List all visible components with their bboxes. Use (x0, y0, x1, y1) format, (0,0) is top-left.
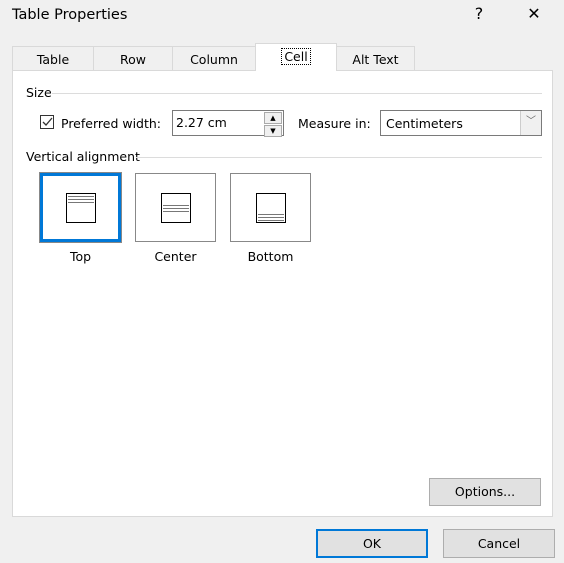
measure-in-value: Centimeters (386, 116, 463, 131)
valign-bottom-label: Bottom (247, 249, 294, 264)
divider (52, 93, 542, 94)
close-button[interactable]: ✕ (519, 4, 549, 23)
spin-down-icon[interactable]: ▼ (264, 125, 282, 137)
tab-label: Row (120, 52, 146, 67)
measure-in-label: Measure in: (298, 116, 371, 131)
valign-center-button[interactable] (135, 173, 216, 242)
tab-cell[interactable]: Cell (255, 43, 337, 71)
spin-up-icon[interactable]: ▲ (264, 112, 282, 124)
align-center-icon (160, 192, 191, 223)
window-title: Table Properties (12, 7, 128, 23)
tab-column[interactable]: Column (172, 46, 256, 70)
width-spinner[interactable]: ▲ ▼ (263, 111, 283, 137)
chevron-down-icon[interactable]: ﹀ (520, 111, 541, 135)
align-bottom-icon (255, 192, 286, 223)
valign-top-button[interactable] (39, 172, 122, 243)
preferred-width-label: Preferred width: (61, 116, 162, 131)
tab-label: Table (36, 52, 70, 67)
valign-center-label: Center (154, 249, 197, 264)
tab-alt-text[interactable]: Alt Text (336, 46, 415, 70)
tab-label: Column (190, 52, 238, 67)
size-group-label: Size (26, 85, 52, 100)
cancel-button[interactable]: Cancel (443, 529, 555, 558)
tab-table[interactable]: Table (12, 46, 94, 70)
options-button[interactable]: Options... (429, 478, 541, 506)
align-top-icon (65, 192, 96, 223)
valign-top-label: Top (69, 249, 92, 264)
preferred-width-checkbox[interactable] (40, 115, 54, 129)
divider (136, 157, 542, 158)
tab-row[interactable]: Row (93, 46, 173, 70)
tab-label: Cell (281, 48, 311, 65)
measure-in-select[interactable]: Centimeters ﹀ (380, 110, 542, 136)
valign-bottom-button[interactable] (230, 173, 311, 242)
vertical-alignment-group-label: Vertical alignment (26, 149, 140, 164)
ok-button[interactable]: OK (316, 529, 428, 558)
tab-label: Alt Text (352, 52, 399, 67)
checkmark-icon (42, 117, 53, 126)
tab-panel (12, 70, 553, 517)
help-button[interactable]: ? (464, 4, 494, 23)
